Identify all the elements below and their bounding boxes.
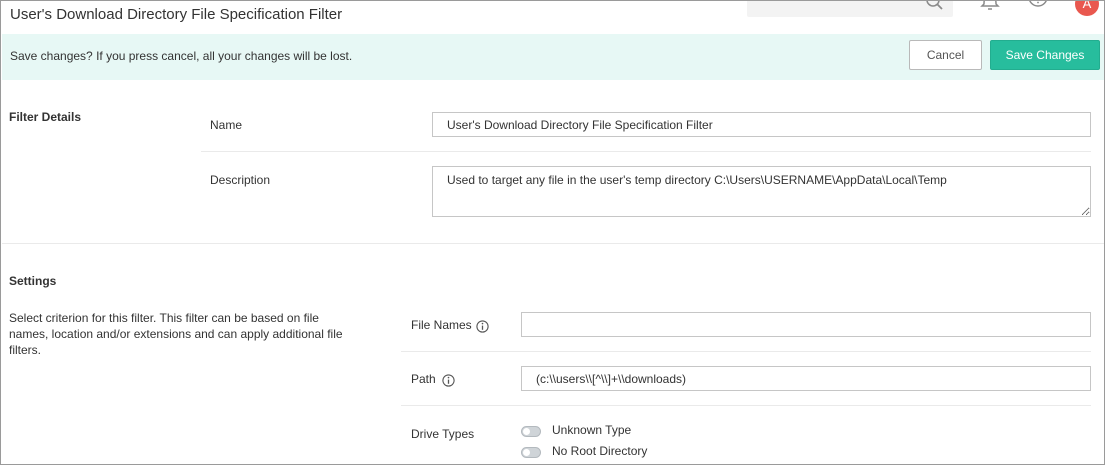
settings-description: Select criterion for this filter. This f… bbox=[9, 311, 343, 357]
divider bbox=[401, 351, 1091, 352]
file-names-label: File Names bbox=[411, 318, 472, 332]
file-names-field[interactable] bbox=[521, 312, 1091, 337]
unknown-type-toggle[interactable] bbox=[521, 426, 541, 437]
save-changes-message: Save changes? If you press cancel, all y… bbox=[10, 49, 353, 63]
name-label: Name bbox=[210, 118, 243, 132]
search-input[interactable] bbox=[747, 1, 953, 17]
save-changes-button[interactable]: Save Changes bbox=[990, 40, 1100, 70]
path-field[interactable] bbox=[521, 366, 1091, 391]
name-field[interactable] bbox=[432, 112, 1091, 137]
settings-heading: Settings bbox=[9, 274, 57, 288]
bell-icon[interactable] bbox=[979, 0, 1001, 14]
section-divider bbox=[2, 243, 1104, 244]
path-label: Path bbox=[411, 372, 436, 386]
filter-details-heading: Filter Details bbox=[9, 110, 82, 124]
app-window: User's Download Directory File Specifica… bbox=[0, 0, 1105, 465]
drive-type-label: Unknown Type bbox=[552, 423, 632, 437]
cancel-button[interactable]: Cancel bbox=[909, 40, 982, 70]
file-names-info-icon[interactable] bbox=[476, 320, 489, 333]
drive-types-label: Drive Types bbox=[411, 427, 475, 441]
save-changes-bar: Save changes? If you press cancel, all y… bbox=[2, 34, 1104, 80]
help-icon[interactable] bbox=[1027, 0, 1049, 14]
avatar[interactable]: A bbox=[1075, 1, 1099, 16]
divider bbox=[401, 405, 1091, 406]
description-label: Description bbox=[210, 173, 271, 187]
drive-type-label: No Root Directory bbox=[552, 444, 648, 458]
no-root-directory-toggle[interactable] bbox=[521, 447, 541, 458]
divider bbox=[201, 151, 1091, 152]
path-info-icon[interactable] bbox=[442, 374, 455, 387]
description-field[interactable]: Used to target any file in the user's te… bbox=[432, 166, 1091, 217]
search-icon[interactable] bbox=[925, 0, 945, 14]
page-title: User's Download Directory File Specifica… bbox=[10, 6, 343, 23]
top-header: User's Download Directory File Specifica… bbox=[1, 1, 1104, 31]
